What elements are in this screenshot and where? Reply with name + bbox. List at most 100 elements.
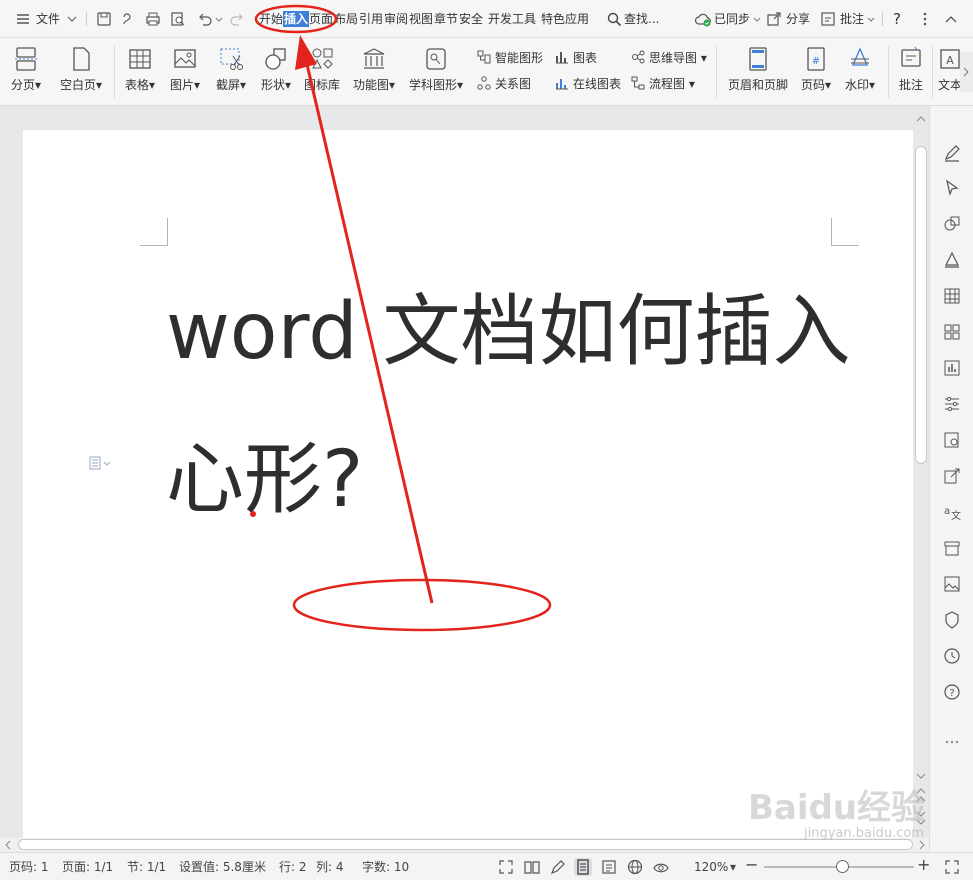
screenshot-button[interactable]: 截屏▾	[211, 46, 251, 96]
tab-developer[interactable]: 开发工具	[488, 11, 536, 27]
tab-security[interactable]: 安全	[459, 11, 483, 27]
print-icon[interactable]	[145, 10, 161, 28]
hamburger-menu-icon[interactable]	[15, 10, 31, 28]
redo-icon[interactable]	[229, 10, 245, 28]
shapes-button[interactable]: 形状▾	[256, 46, 296, 96]
tab-review[interactable]: 审阅	[384, 11, 408, 27]
zoom-dropdown-icon[interactable]: ▾	[730, 859, 736, 875]
undo-dropdown-icon[interactable]	[214, 10, 224, 28]
document-area[interactable]: word 文档如何插入 心形?	[0, 106, 929, 850]
zoom-slider-handle[interactable]	[836, 860, 849, 873]
relation-chart-button[interactable]: 关系图	[477, 75, 531, 93]
status-page-number[interactable]: 页码: 1	[9, 859, 49, 875]
tab-chapter[interactable]: 章节	[434, 11, 458, 27]
status-column[interactable]: 列: 4	[316, 859, 344, 875]
tab-view[interactable]: 视图	[409, 11, 433, 27]
shapes-panel-icon[interactable]	[942, 214, 962, 234]
image-search-icon[interactable]	[942, 430, 962, 450]
eye-protection-icon[interactable]	[652, 858, 670, 876]
chevron-down-icon[interactable]	[66, 10, 82, 28]
export-icon[interactable]	[942, 466, 962, 486]
more-options-icon[interactable]	[917, 10, 933, 28]
mind-map-button[interactable]: 思维导图 ▾	[631, 49, 707, 67]
more-tools-icon[interactable]	[942, 732, 962, 752]
comment-icon[interactable]	[820, 10, 836, 28]
textbox-button[interactable]: A 文本框	[938, 46, 960, 96]
vertical-scroll-thumb[interactable]	[915, 146, 927, 464]
file-menu[interactable]: 文件	[36, 10, 60, 28]
history-icon[interactable]	[942, 646, 962, 666]
tab-references[interactable]: 引用	[359, 11, 383, 27]
picture-button[interactable]: 图片▾	[165, 46, 205, 96]
apps-grid-icon[interactable]	[942, 322, 962, 342]
save-icon[interactable]	[96, 10, 112, 28]
zoom-in-icon[interactable]: +	[917, 857, 930, 873]
comment-button[interactable]: 批注	[840, 10, 864, 28]
icon-library-button[interactable]: 图标库	[300, 46, 344, 96]
tab-page[interactable]: 页面	[309, 11, 333, 27]
undo-format-icon[interactable]	[120, 10, 136, 28]
settings-sliders-icon[interactable]	[942, 394, 962, 414]
collapse-ribbon-icon[interactable]	[943, 10, 959, 28]
margin-corner-mark	[140, 218, 168, 246]
page-view-icon[interactable]	[574, 858, 592, 876]
gallery-icon[interactable]	[942, 574, 962, 594]
page-number-button[interactable]: # 页码▾	[796, 46, 836, 96]
paragraph-layout-icon[interactable]	[89, 456, 113, 470]
archive-box-icon[interactable]	[942, 538, 962, 558]
online-chart-button[interactable]: 在线图表	[555, 75, 621, 93]
help-circle-icon[interactable]: ?	[942, 682, 962, 702]
page-break-button[interactable]: 分页▾	[6, 46, 46, 96]
read-mode-icon[interactable]	[523, 858, 541, 876]
sync-dropdown-icon[interactable]	[752, 10, 762, 28]
fullscreen-icon[interactable]	[943, 858, 961, 876]
print-preview-icon[interactable]	[170, 10, 186, 28]
function-chart-button[interactable]: 功能图▾	[349, 46, 399, 96]
zoom-out-icon[interactable]: −	[745, 857, 758, 873]
tab-layout[interactable]: 布局	[334, 11, 358, 27]
shield-icon[interactable]	[942, 610, 962, 630]
table-button[interactable]: 表格▾	[120, 46, 160, 96]
outline-view-icon[interactable]	[600, 858, 618, 876]
subject-graphics-button[interactable]: 学科图形▾	[405, 46, 467, 96]
undo-icon[interactable]	[197, 10, 213, 28]
flowchart-button[interactable]: 流程图 ▾	[631, 75, 695, 93]
chart-panel-icon[interactable]	[942, 358, 962, 378]
comment-insert-button[interactable]: 批注	[894, 46, 928, 96]
status-section[interactable]: 节: 1/1	[127, 859, 166, 875]
zoom-level[interactable]: 120%	[694, 859, 728, 875]
document-page[interactable]: word 文档如何插入 心形?	[23, 130, 913, 850]
search-label[interactable]: 查找...	[624, 10, 659, 28]
blank-page-button[interactable]: 空白页▾	[56, 46, 106, 96]
status-row[interactable]: 行: 2	[279, 859, 307, 875]
document-title[interactable]: word 文档如何插入 心形?	[166, 258, 866, 554]
status-word-count[interactable]: 字数: 10	[362, 859, 409, 875]
horizontal-scroll-thumb[interactable]	[18, 839, 913, 850]
cloud-sync-icon[interactable]	[694, 10, 712, 28]
status-pages[interactable]: 页面: 1/1	[62, 859, 113, 875]
share-icon[interactable]	[766, 10, 782, 28]
styles-icon[interactable]	[942, 250, 962, 270]
status-setting-value[interactable]: 设置值: 5.8厘米	[179, 859, 266, 875]
translate-icon[interactable]: a文	[942, 502, 962, 522]
cursor-select-icon[interactable]	[942, 178, 962, 198]
tab-insert[interactable]: 插入	[283, 11, 310, 27]
focus-mode-icon[interactable]	[497, 858, 515, 876]
help-button[interactable]: ?	[893, 10, 901, 28]
share-button[interactable]: 分享	[786, 10, 810, 28]
web-view-icon[interactable]	[626, 858, 644, 876]
svg-text:#: #	[812, 56, 820, 67]
tab-home[interactable]: 开始	[259, 11, 283, 27]
header-footer-button[interactable]: 页眉和页脚	[724, 46, 792, 96]
pen-icon[interactable]	[942, 143, 962, 163]
edit-pen-icon[interactable]	[549, 858, 567, 876]
search-icon[interactable]	[606, 10, 622, 28]
chart-button[interactable]: 图表	[555, 49, 597, 67]
table-panel-icon[interactable]	[942, 286, 962, 306]
smart-art-button[interactable]: 智能图形	[477, 49, 543, 67]
comment-dropdown-icon[interactable]	[866, 10, 876, 28]
sync-status[interactable]: 已同步	[714, 10, 750, 28]
watermark-button[interactable]: 水印▾	[840, 46, 880, 96]
tab-special-apps[interactable]: 特色应用	[541, 11, 589, 27]
ribbon-scroll-right-icon[interactable]	[960, 52, 973, 92]
